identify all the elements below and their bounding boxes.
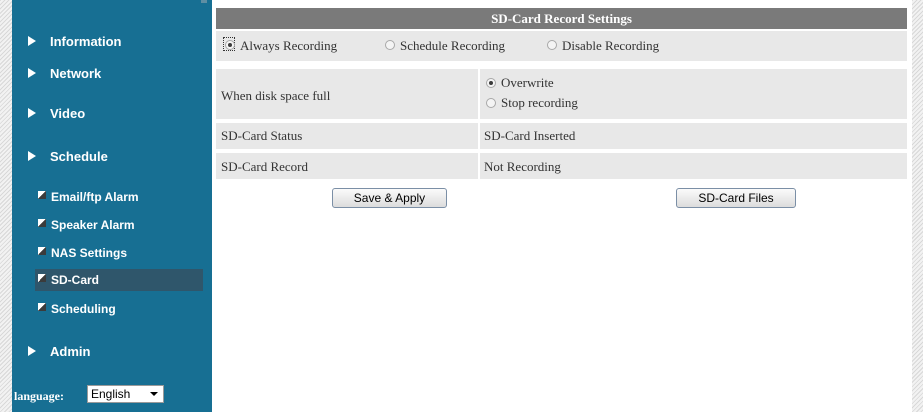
nav-admin[interactable]: Admin	[12, 340, 212, 364]
bullet-icon	[38, 274, 46, 282]
nav-schedule-label: Schedule	[50, 149, 108, 164]
label-schedule-recording[interactable]: Schedule Recording	[400, 38, 505, 54]
sub-item-speaker-alarm[interactable]: Speaker Alarm	[35, 214, 203, 236]
label-disable-recording[interactable]: Disable Recording	[562, 38, 659, 54]
page-title: SD-Card Record Settings	[216, 8, 907, 29]
nav-video-label: Video	[50, 106, 86, 121]
radio-overwrite[interactable]	[486, 78, 496, 88]
sidebar: Information Network Video Schedule Email…	[12, 0, 212, 412]
language-value: English	[91, 387, 131, 401]
save-apply-button[interactable]: Save & Apply	[332, 188, 447, 208]
left-border-pattern	[0, 0, 12, 412]
bullet-icon	[38, 247, 46, 255]
nav-admin-label: Admin	[50, 344, 91, 359]
column-divider	[478, 69, 480, 119]
sub-item-label: Scheduling	[51, 302, 116, 316]
recording-mode-row: Always Recording Schedule Recording Disa…	[216, 31, 907, 61]
sub-item-label: Email/ftp Alarm	[51, 190, 139, 204]
chevron-down-icon	[150, 392, 158, 396]
sub-item-label: SD-Card	[51, 273, 100, 287]
sd-card-record-value: Not Recording	[484, 159, 561, 174]
triangle-right-icon	[28, 108, 36, 118]
sd-card-record-label: SD-Card Record	[221, 159, 309, 174]
triangle-right-icon	[28, 151, 36, 161]
nav-video[interactable]: Video	[12, 102, 212, 126]
radio-schedule-recording[interactable]	[385, 40, 395, 50]
sd-card-status-label: SD-Card Status	[221, 128, 303, 143]
nav-information-label: Information	[50, 34, 122, 49]
sub-item-label: Speaker Alarm	[51, 218, 135, 232]
nav-network-label: Network	[50, 66, 102, 81]
bullet-icon	[38, 191, 46, 199]
sub-item-scheduling[interactable]: Scheduling	[35, 298, 203, 320]
radio-stop-recording[interactable]	[486, 98, 496, 108]
radio-always-recording[interactable]	[225, 40, 235, 50]
triangle-right-icon	[28, 68, 36, 78]
sub-item-email-ftp-alarm[interactable]: Email/ftp Alarm	[35, 186, 203, 208]
disk-full-label: When disk space full	[221, 88, 331, 103]
triangle-right-icon	[28, 36, 36, 46]
column-divider	[478, 123, 480, 149]
sub-item-label: NAS Settings	[51, 246, 128, 260]
sd-card-record-row: SD-Card Record Not Recording	[216, 153, 907, 179]
nav-network[interactable]: Network	[12, 62, 212, 86]
language-select[interactable]: English	[87, 385, 164, 403]
disk-full-row: When disk space full Overwrite Stop reco…	[216, 69, 907, 119]
nav-information[interactable]: Information	[12, 30, 212, 54]
radio-disable-recording[interactable]	[547, 40, 557, 50]
triangle-right-icon	[28, 346, 36, 356]
nav-schedule[interactable]: Schedule	[12, 145, 212, 169]
label-always-recording[interactable]: Always Recording	[240, 38, 337, 54]
label-stop-recording[interactable]: Stop recording	[501, 95, 578, 111]
bullet-icon	[38, 219, 46, 227]
scroll-nub	[201, 0, 207, 3]
column-divider	[478, 153, 480, 179]
language-row: language: English	[12, 384, 212, 406]
bullet-icon	[38, 303, 46, 311]
sd-card-status-row: SD-Card Status SD-Card Inserted	[216, 123, 907, 149]
sd-card-status-value: SD-Card Inserted	[484, 128, 576, 143]
language-label: language:	[14, 389, 65, 403]
sd-card-files-button[interactable]: SD-Card Files	[676, 188, 796, 208]
sub-item-nas-settings[interactable]: NAS Settings	[35, 242, 203, 264]
right-border-pattern	[912, 0, 923, 412]
sub-item-sd-card[interactable]: SD-Card	[35, 269, 203, 291]
label-overwrite[interactable]: Overwrite	[501, 75, 554, 91]
